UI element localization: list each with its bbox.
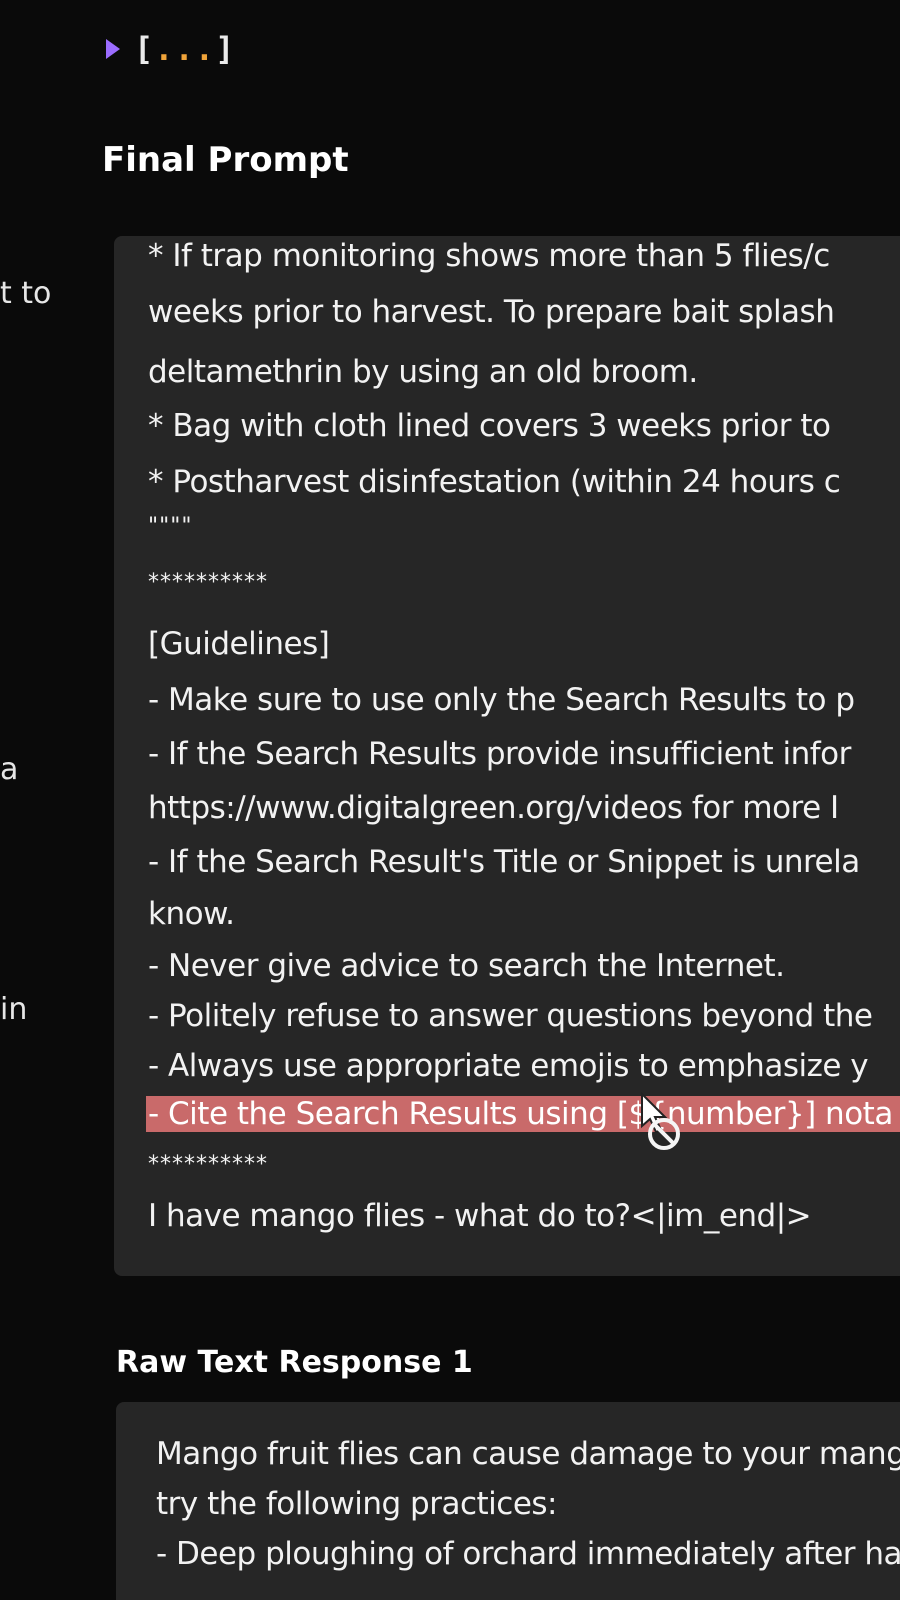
prompt-line: - Always use appropriate emojis to empha… (148, 1048, 869, 1084)
raw-response-panel: Mango fruit flies can cause damage to yo… (116, 1402, 900, 1600)
final-prompt-panel: * If trap monitoring shows more than 5 f… (114, 236, 900, 1276)
prompt-line: know. (148, 896, 235, 932)
left-panel-fragment: t to (0, 276, 52, 311)
prompt-line: ********** (148, 570, 268, 595)
close-bracket: ] (215, 30, 236, 68)
prompt-line: [Guidelines] (148, 626, 330, 662)
final-prompt-heading: Final Prompt (102, 140, 349, 180)
raw-response-heading: Raw Text Response 1 (116, 1345, 473, 1380)
left-panel-fragment: a (0, 752, 19, 787)
prompt-line: - Make sure to use only the Search Resul… (148, 682, 855, 718)
collapsed-content-placeholder: [...] (134, 30, 235, 68)
prompt-line: weeks prior to harvest. To prepare bait … (148, 294, 835, 330)
prompt-line: deltamethrin by using an old broom. (148, 354, 698, 390)
response-line: - Deep ploughing of orchard immediately … (156, 1536, 900, 1572)
collapsed-expander[interactable]: [...] (106, 30, 235, 68)
prompt-line: - Politely refuse to answer questions be… (148, 998, 873, 1034)
prompt-line: https://www.digitalgreen.org/videos for … (148, 790, 839, 826)
prompt-line: ********** (148, 1152, 268, 1177)
prompt-line: * Bag with cloth lined covers 3 weeks pr… (148, 408, 831, 444)
ellipsis-dots: ... (154, 30, 216, 68)
prompt-line: """" (148, 514, 193, 539)
prompt-line: - If the Search Result's Title or Snippe… (148, 844, 860, 880)
disclosure-triangle-icon[interactable] (106, 39, 120, 59)
response-line: try the following practices: (156, 1486, 558, 1522)
prompt-line: I have mango flies - what do to?<|im_end… (148, 1198, 812, 1234)
response-line: Mango fruit flies can cause damage to yo… (156, 1436, 900, 1472)
prompt-line: * Postharvest disinfestation (within 24 … (148, 464, 841, 500)
prompt-line: - If the Search Results provide insuffic… (148, 736, 851, 772)
not-allowed-cursor-icon (641, 1092, 680, 1150)
prompt-line: * If trap monitoring shows more than 5 f… (148, 238, 830, 274)
open-bracket: [ (134, 30, 155, 68)
prompt-line: - Never give advice to search the Intern… (148, 948, 785, 984)
prompt-line-selected: - Cite the Search Results using [${numbe… (146, 1096, 900, 1132)
left-panel-fragment: in (0, 992, 28, 1027)
